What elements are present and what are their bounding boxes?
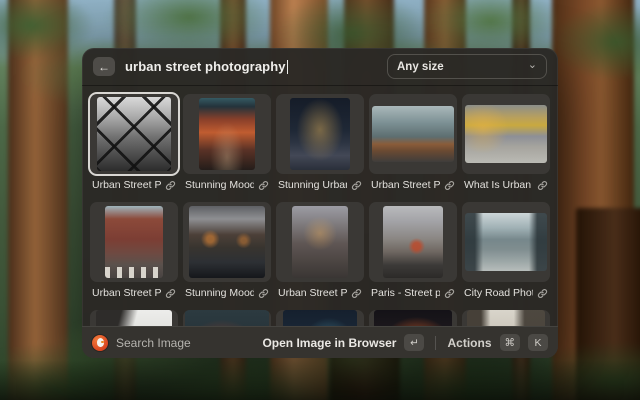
result-item[interactable]: Stunning Moody... <box>183 94 271 195</box>
result-thumbnail[interactable] <box>276 202 364 282</box>
result-item[interactable] <box>183 310 271 326</box>
photo-dusk-avenue <box>292 206 348 278</box>
photo-wet-moody-street <box>189 206 265 278</box>
result-caption: Urban Street Phot... <box>276 287 364 299</box>
back-button[interactable]: ← <box>93 57 115 76</box>
k-key-icon: K <box>528 334 548 351</box>
actions-button[interactable]: Actions <box>447 336 491 350</box>
result-caption: Stunning Urban In... <box>276 179 364 191</box>
result-title: Stunning Moody... <box>185 179 254 191</box>
result-title: Urban Street Phot... <box>92 179 161 191</box>
result-thumbnail[interactable] <box>276 310 364 326</box>
result-item[interactable]: Urban Street Phot... <box>90 202 178 303</box>
result-item[interactable] <box>369 310 457 326</box>
command-name: Search Image <box>116 336 254 350</box>
result-item[interactable]: Stunning Moody... <box>183 202 271 303</box>
result-thumbnail[interactable] <box>369 202 457 282</box>
result-caption: Urban Street Phot... <box>90 287 178 299</box>
result-item[interactable]: Paris - Street pho... <box>369 202 457 303</box>
photo-night-stop-street <box>290 98 350 170</box>
result-caption: City Road Photog... <box>462 287 550 299</box>
photo-partial <box>96 310 172 326</box>
link-icon[interactable] <box>258 288 269 299</box>
link-icon[interactable] <box>537 288 548 299</box>
result-caption: Urban Street Phot... <box>369 179 457 191</box>
link-icon[interactable] <box>351 180 362 191</box>
link-icon[interactable] <box>444 180 455 191</box>
result-caption: What Is Urban La... <box>462 179 550 191</box>
result-title: Paris - Street pho... <box>371 287 440 299</box>
result-thumbnail[interactable] <box>276 94 364 174</box>
result-item[interactable]: Urban Street Phot... <box>90 94 178 195</box>
result-item[interactable] <box>276 310 364 326</box>
result-thumbnail[interactable] <box>369 310 457 326</box>
return-key-icon: ↵ <box>404 334 424 351</box>
photo-partial <box>283 310 357 326</box>
link-icon[interactable] <box>165 288 176 299</box>
result-item[interactable]: Urban Street Phot... <box>369 94 457 195</box>
primary-action-label[interactable]: Open Image in Browser <box>262 336 396 350</box>
result-title: Urban Street Phot... <box>278 287 347 299</box>
result-item[interactable]: Stunning Urban In... <box>276 94 364 195</box>
action-bar: Search Image Open Image in Browser ↵ Act… <box>82 326 558 358</box>
result-thumbnail[interactable] <box>462 202 550 282</box>
photo-partial <box>185 310 269 326</box>
result-thumbnail[interactable] <box>462 94 550 174</box>
footer-divider <box>435 336 436 350</box>
result-thumbnail[interactable] <box>183 310 271 326</box>
photo-partial <box>467 310 545 326</box>
result-thumbnail[interactable] <box>90 310 178 326</box>
result-thumbnail[interactable] <box>90 202 178 282</box>
result-thumbnail[interactable] <box>369 94 457 174</box>
result-thumbnail[interactable] <box>462 310 550 326</box>
search-input[interactable]: urban street photography <box>125 59 377 74</box>
search-query-text: urban street photography <box>125 59 286 74</box>
photo-partial <box>374 310 452 326</box>
image-search-panel: ← urban street photography Any size ⌄ Ur… <box>82 48 558 358</box>
results-grid: Urban Street Phot... Stunning Moody... S… <box>82 86 558 326</box>
result-item[interactable]: Urban Street Phot... <box>276 202 364 303</box>
photo-red-alley <box>199 98 255 170</box>
result-title: Stunning Urban In... <box>278 179 347 191</box>
result-title: City Road Photog... <box>464 287 533 299</box>
command-key-icon: ⌘ <box>500 334 521 351</box>
text-cursor <box>287 60 289 74</box>
result-item[interactable]: City Road Photog... <box>462 202 550 303</box>
duckduckgo-logo-icon <box>92 335 108 351</box>
photo-brick-street-crosswalk <box>105 206 163 278</box>
result-title: Urban Street Phot... <box>92 287 161 299</box>
result-item[interactable] <box>462 310 550 326</box>
photo-paris-street <box>383 206 443 278</box>
back-arrow-icon: ← <box>98 60 110 74</box>
photo-bw-city-fence <box>97 97 171 171</box>
result-caption: Paris - Street pho... <box>369 287 457 299</box>
photo-billboard-square <box>465 105 547 163</box>
result-thumbnail[interactable] <box>183 94 271 174</box>
result-caption: Stunning Moody... <box>183 287 271 299</box>
size-filter-dropdown[interactable]: Any size ⌄ <box>387 54 547 79</box>
link-icon[interactable] <box>444 288 455 299</box>
link-icon[interactable] <box>165 180 176 191</box>
result-title: Stunning Moody... <box>185 287 254 299</box>
result-item[interactable] <box>90 310 178 326</box>
size-filter-value: Any size <box>397 61 444 73</box>
result-item[interactable]: What Is Urban La... <box>462 94 550 195</box>
result-caption: Urban Street Phot... <box>90 179 178 191</box>
link-icon[interactable] <box>258 180 269 191</box>
photo-wide-city-road <box>465 213 547 271</box>
result-title: What Is Urban La... <box>464 179 533 191</box>
result-thumbnail[interactable] <box>90 94 178 174</box>
result-title: Urban Street Phot... <box>371 179 440 191</box>
search-bar: ← urban street photography Any size ⌄ <box>82 48 558 86</box>
link-icon[interactable] <box>351 288 362 299</box>
result-caption: Stunning Moody... <box>183 179 271 191</box>
link-icon[interactable] <box>537 180 548 191</box>
result-thumbnail[interactable] <box>183 202 271 282</box>
photo-graffiti-wall-street <box>372 106 454 162</box>
